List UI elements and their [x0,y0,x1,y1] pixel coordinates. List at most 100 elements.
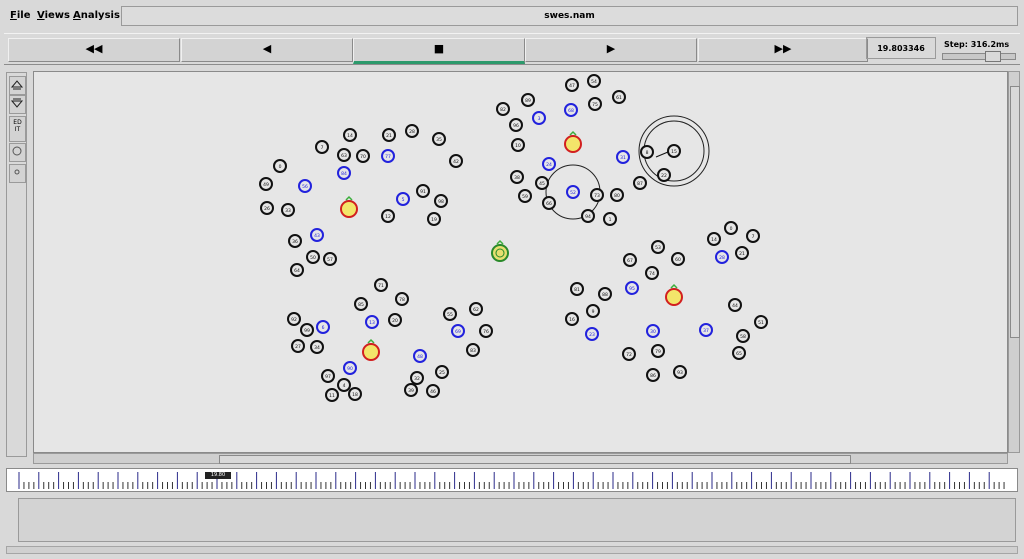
network-node[interactable]: 23 [585,327,599,341]
network-node[interactable]: 83 [466,343,480,357]
network-node[interactable]: 0 [273,159,287,173]
network-node[interactable]: 90 [343,361,357,375]
network-node[interactable]: 37 [699,323,713,337]
network-node[interactable]: 72 [622,347,636,361]
fast-forward-button[interactable]: ▶▶ [698,38,868,62]
network-node[interactable]: 21 [382,128,396,142]
network-node[interactable]: 66 [542,196,556,210]
network-node[interactable]: 36 [288,234,302,248]
network-node[interactable]: 6 [316,320,330,334]
network-node[interactable]: 1 [603,212,617,226]
network-node[interactable]: 21 [735,246,749,260]
timeline-slider[interactable]: 19.80 [6,468,1018,492]
network-node[interactable]: 86 [646,368,660,382]
network-node[interactable]: 9 [586,304,600,318]
network-node[interactable]: 32 [410,371,424,385]
network-node[interactable]: 3 [532,111,546,125]
network-node[interactable]: 65 [732,346,746,360]
cluster-head-node[interactable] [665,283,683,306]
network-node[interactable]: 94 [581,209,595,223]
vertical-scrollbar[interactable] [1008,71,1020,453]
network-node[interactable]: 47 [565,78,579,92]
network-node[interactable]: 20 [388,313,402,327]
network-node[interactable]: 53 [651,240,665,254]
step-slider-handle[interactable] [985,51,1001,62]
network-node[interactable]: 58 [736,329,750,343]
network-node[interactable]: 98 [434,194,448,208]
network-node[interactable]: 14 [343,128,357,142]
network-node[interactable]: 74 [645,266,659,280]
network-node[interactable]: 61 [612,90,626,104]
network-node[interactable]: 13 [365,315,379,329]
network-node[interactable]: 15 [667,144,681,158]
network-node[interactable]: 85 [354,297,368,311]
network-node[interactable]: 78 [395,292,409,306]
network-node[interactable]: 92 [287,312,301,326]
network-node[interactable]: 93 [673,365,687,379]
network-node[interactable]: 76 [479,324,493,338]
network-node[interactable]: 57 [323,252,337,266]
network-node[interactable]: 5 [396,192,410,206]
network-node[interactable]: 80 [610,188,624,202]
network-node[interactable]: 67 [623,253,637,267]
network-node[interactable]: 82 [496,102,510,116]
circle-tool-button[interactable] [9,143,26,162]
network-node[interactable]: 19 [427,212,441,226]
rewind-button[interactable]: ◀◀ [8,38,180,62]
network-node[interactable]: 39 [404,383,418,397]
network-node[interactable]: 7 [746,229,760,243]
network-node[interactable]: 14 [707,232,721,246]
network-node[interactable]: 71 [374,278,388,292]
network-node[interactable]: 22 [657,168,671,182]
network-node[interactable]: 77 [381,149,395,163]
network-node[interactable]: 64 [290,263,304,277]
cluster-head-node[interactable] [564,130,582,153]
network-canvas[interactable]: 0 7 14 21 28 35 42 49 56 63 70 77 84 91 98 5 12 19 26 33 47 5… [33,71,1008,453]
network-node[interactable]: 7 [315,140,329,154]
network-node[interactable]: 51 [754,315,768,329]
timeline-marker[interactable]: 19.80 [205,472,231,479]
network-node[interactable]: 87 [633,176,647,190]
network-node[interactable]: 44 [728,298,742,312]
network-node[interactable]: 56 [298,179,312,193]
network-node[interactable]: 0 [724,221,738,235]
network-node[interactable]: 34 [310,340,324,354]
play-button[interactable]: ▶ [525,38,697,62]
sink-node[interactable] [491,239,509,262]
menu-file[interactable]: File [10,10,30,21]
network-node[interactable]: 27 [291,339,305,353]
network-node[interactable]: 75 [588,97,602,111]
network-node[interactable]: 30 [646,324,660,338]
network-node[interactable]: 31 [616,150,630,164]
cluster-head-node[interactable] [362,338,380,361]
network-node[interactable]: 55 [443,307,457,321]
network-node[interactable]: 28 [405,124,419,138]
network-node[interactable]: 95 [625,281,639,295]
network-node[interactable]: 84 [337,166,351,180]
network-node[interactable]: 25 [435,365,449,379]
network-node[interactable]: 59 [518,189,532,203]
menu-analysis[interactable]: Analysis [73,10,120,21]
network-node[interactable]: 69 [451,324,465,338]
network-node[interactable]: 35 [432,132,446,146]
stop-button[interactable]: ■ [353,38,525,64]
network-node[interactable]: 81 [570,282,584,296]
network-node[interactable]: 42 [449,154,463,168]
network-node[interactable]: 43 [310,228,324,242]
network-node[interactable]: 99 [300,323,314,337]
network-node[interactable]: 18 [348,387,362,401]
network-node[interactable]: 79 [651,344,665,358]
network-node[interactable]: 89 [521,93,535,107]
network-node[interactable]: 96 [509,118,523,132]
zoom-out-button[interactable] [9,95,26,114]
zoom-in-button[interactable] [9,76,26,95]
horizontal-scroll-thumb[interactable] [219,455,851,464]
network-node[interactable]: 48 [413,349,427,363]
cluster-head-node[interactable] [340,195,358,218]
network-node[interactable]: 45 [535,176,549,190]
network-node[interactable]: 4 [337,378,351,392]
horizontal-scrollbar[interactable] [33,453,1008,464]
network-node[interactable]: 73 [590,188,604,202]
network-node[interactable]: 52 [566,185,580,199]
network-node[interactable]: 33 [281,203,295,217]
